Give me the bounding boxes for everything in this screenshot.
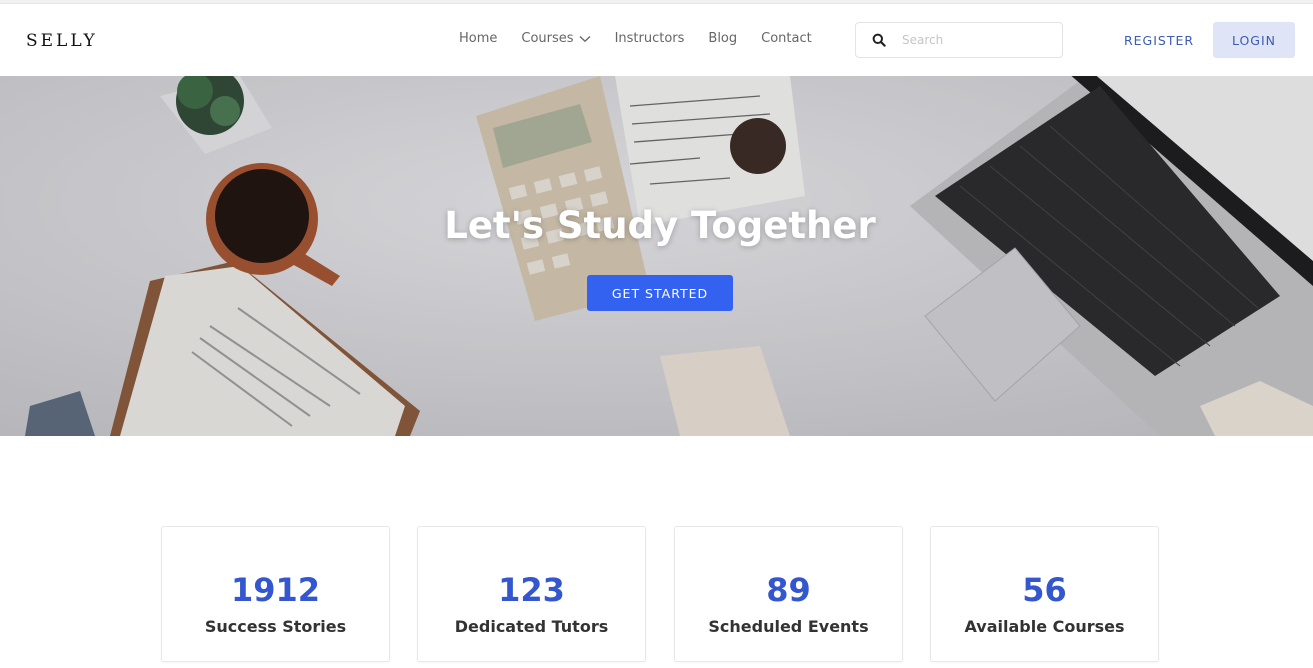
get-started-button[interactable]: GET STARTED [587,275,733,311]
hero-title: Let's Study Together [444,204,876,247]
stat-card-success-stories: 1912 Success Stories [161,526,390,662]
stat-card-available-courses: 56 Available Courses [930,526,1159,662]
nav-contact-label: Contact [761,31,812,46]
nav-contact[interactable]: Contact [761,31,812,46]
stat-label: Success Stories [204,617,347,636]
nav-home-label: Home [459,31,498,46]
stat-card-scheduled-events: 89 Scheduled Events [674,526,903,662]
stat-label: Dedicated Tutors [454,617,609,636]
nav-home[interactable]: Home [459,31,497,46]
hero-banner: Let's Study Together GET STARTED [0,76,1313,436]
chevron-down-icon [579,35,591,42]
stat-card-dedicated-tutors: 123 Dedicated Tutors [417,526,646,662]
hero-dim-overlay [0,76,1313,436]
search-box [855,22,1063,58]
stat-value: 89 [766,571,811,609]
stat-value: 1912 [230,571,321,609]
site-logo[interactable]: SELLY [26,31,98,51]
nav-instructors[interactable]: Instructors [615,31,685,46]
search-input[interactable] [902,33,1052,47]
login-button[interactable]: LOGIN [1213,22,1295,58]
main-nav: Home Courses Instructors Blog Contact [459,31,836,46]
stat-label: Scheduled Events [708,617,869,636]
stat-value: 123 [498,571,565,609]
nav-instructors-label: Instructors [614,31,685,46]
stats-section: 1912 Success Stories 123 Dedicated Tutor… [0,526,1313,662]
stat-label: Available Courses [964,617,1125,636]
nav-blog[interactable]: Blog [708,31,737,46]
nav-courses-label: Courses [521,31,574,46]
site-header: SELLY Home Courses Instructors Blog Cont… [0,4,1313,76]
nav-blog-label: Blog [708,31,738,46]
search-icon[interactable] [872,33,886,47]
stat-value: 56 [1022,571,1067,609]
nav-courses[interactable]: Courses [521,31,591,46]
register-button[interactable]: REGISTER [1113,22,1205,58]
